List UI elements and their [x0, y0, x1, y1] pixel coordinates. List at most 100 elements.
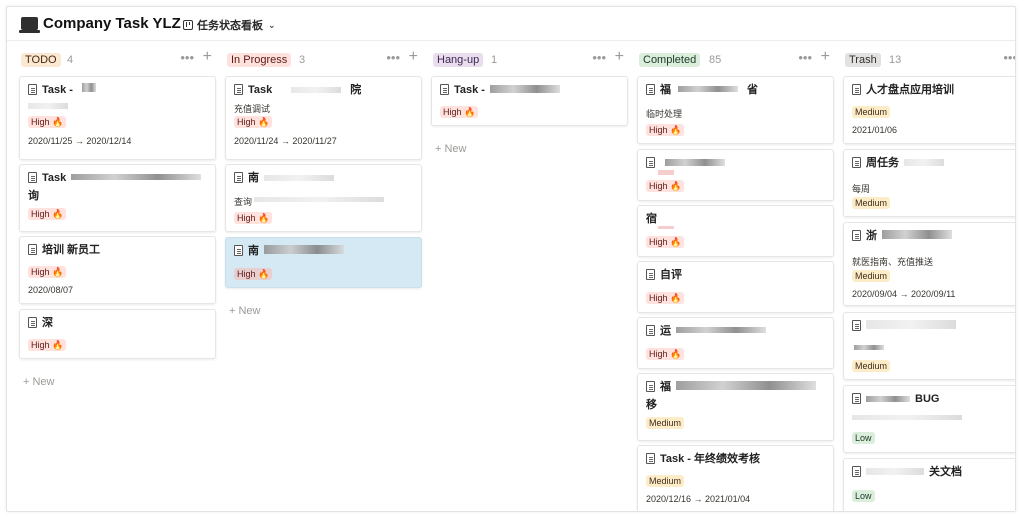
page-icon [646, 453, 655, 464]
priority-badge: High 🔥 [234, 116, 273, 128]
priority-badge: Medium [646, 417, 685, 429]
card-title: 关文档 [929, 466, 962, 478]
laptop-icon [19, 17, 40, 33]
more-options-icon[interactable]: ••• [798, 50, 812, 65]
priority-badge: High 🔥 [440, 106, 479, 118]
column-header: TODO 4 ••• + [19, 48, 216, 73]
column-in-progress: In Progress 3 ••• + Task 院 充值调试 High 🔥 20… [225, 48, 422, 317]
redacted-text [291, 87, 342, 93]
board-card[interactable]: 培训 新员工 High 🔥 2020/08/07 [19, 236, 216, 304]
board-card[interactable]: 周任务 每周 Medium [843, 149, 1015, 217]
board-card[interactable]: Task - High 🔥 2020/11/25 → 2020/12/14 [19, 76, 216, 160]
redacted-text [854, 345, 884, 350]
redacted-text [658, 170, 674, 175]
priority-badge: Medium [646, 475, 685, 487]
column-header: In Progress 3 ••• + [225, 48, 422, 73]
page-icon [852, 84, 861, 95]
board-card[interactable]: 深 High 🔥 [19, 309, 216, 359]
page-icon [852, 230, 861, 241]
new-card-button[interactable]: + New [435, 143, 467, 155]
card-title: 周任务 [866, 157, 899, 169]
add-card-icon[interactable]: + [615, 48, 624, 66]
chevron-down-icon: ⌄ [268, 19, 276, 30]
card-title: 浙 [866, 230, 877, 242]
priority-badge: High 🔥 [646, 236, 685, 248]
board-card[interactable]: Task - High 🔥 [431, 76, 628, 126]
redacted-text [658, 226, 674, 229]
new-card-button[interactable]: + New [23, 376, 55, 388]
card-title-line2: 移 [646, 399, 657, 411]
redacted-text [264, 245, 344, 254]
board-card[interactable]: 福 移 Medium [637, 373, 834, 441]
more-options-icon[interactable]: ••• [386, 50, 400, 65]
board-card[interactable]: 关文档 Low [843, 458, 1015, 511]
card-title: 自评 [660, 269, 682, 281]
priority-badge: High 🔥 [28, 208, 67, 220]
page-icon [646, 269, 655, 280]
more-options-icon[interactable]: ••• [1003, 50, 1015, 65]
priority-badge: High 🔥 [646, 348, 685, 360]
page-icon [852, 466, 861, 477]
new-card-button[interactable]: + New [229, 305, 261, 317]
board-card[interactable]: Task 院 充值调试 High 🔥 2020/11/24 → 2020/11/2… [225, 76, 422, 160]
board-card-selected[interactable]: 南 High 🔥 [225, 237, 422, 288]
priority-badge: Medium [852, 106, 891, 118]
view-switcher-button[interactable]: 任务状态看板 ⌄ [183, 17, 276, 33]
column-count: 3 [299, 54, 306, 66]
column-trash: Trash 13 ••• 人才盘点应用培训 Medium 2021/01/06 … [843, 50, 1015, 511]
column-completed: Completed 85 ••• + 福 省 临时处理 High 🔥 High 🔥… [637, 48, 834, 511]
card-description: 临时处理 [646, 109, 683, 119]
board-card[interactable]: Task - 年终绩效考核 Medium 2020/12/16 → 2021/0… [637, 445, 834, 511]
card-date: 2020/11/24 → 2020/11/27 [234, 136, 337, 146]
redacted-text [489, 85, 560, 93]
board-card[interactable]: 南 查询 High 🔥 [225, 164, 422, 232]
board-window: Company Task YLZ 任务状态看板 ⌄ TODO 4 ••• + T… [6, 6, 1016, 512]
priority-badge: High 🔥 [28, 339, 67, 351]
priority-badge: High 🔥 [28, 266, 67, 278]
card-date: 2021/01/06 [852, 125, 898, 135]
column-todo: TODO 4 ••• + Task - High 🔥 2020/11/25 → … [19, 48, 216, 388]
board-card[interactable]: 浙 就医指南、充值推送 Medium 2020/09/04 → 2020/09/… [843, 222, 1015, 306]
column-count: 85 [709, 54, 722, 66]
board-card[interactable]: 人才盘点应用培训 Medium 2021/01/06 [843, 76, 1015, 144]
board-card[interactable]: 宿 High 🔥 [637, 205, 834, 257]
priority-badge: Low [852, 490, 875, 502]
column-label[interactable]: Trash [845, 53, 881, 67]
board-view-icon [183, 20, 193, 30]
board-card[interactable]: Task 询 High 🔥 [19, 164, 216, 232]
redacted-text [852, 415, 962, 420]
add-card-icon[interactable]: + [203, 48, 212, 66]
add-card-icon[interactable]: + [821, 48, 830, 66]
board-card[interactable]: 自评 High 🔥 [637, 261, 834, 313]
page-title: Company Task YLZ [43, 15, 181, 32]
column-hang-up: Hang-up 1 ••• + Task - High 🔥 + New [431, 48, 628, 155]
priority-badge: High 🔥 [234, 268, 273, 280]
column-count: 4 [67, 54, 74, 66]
redacted-text [866, 320, 956, 329]
redacted-text [81, 83, 96, 92]
column-count: 13 [889, 54, 902, 66]
board-card[interactable]: BUG Low [843, 385, 1015, 453]
card-title: Task - [454, 84, 485, 96]
card-title: 南 [248, 245, 259, 257]
column-label[interactable]: Hang-up [433, 53, 484, 67]
board-card[interactable]: 运 High 🔥 [637, 317, 834, 369]
card-description: 充值调试 [234, 104, 271, 114]
redacted-text [866, 396, 910, 402]
more-options-icon[interactable]: ••• [592, 50, 606, 65]
card-title: 福 [660, 381, 671, 393]
add-card-icon[interactable]: + [409, 48, 418, 66]
card-title: Task - 年终绩效考核 [660, 453, 761, 465]
card-title: 宿 [646, 213, 657, 225]
column-label[interactable]: Completed [639, 53, 701, 67]
page-icon [28, 172, 37, 183]
card-description: 查询 [234, 197, 253, 207]
more-options-icon[interactable]: ••• [180, 50, 194, 65]
card-title: 运 [660, 325, 671, 337]
column-label[interactable]: TODO [21, 53, 61, 67]
board-card[interactable]: High 🔥 [637, 149, 834, 201]
board-card[interactable]: Medium [843, 312, 1015, 380]
board-card[interactable]: 福 省 临时处理 High 🔥 [637, 76, 834, 144]
column-label[interactable]: In Progress [227, 53, 292, 67]
page-header: Company Task YLZ 任务状态看板 ⌄ [7, 7, 1015, 41]
